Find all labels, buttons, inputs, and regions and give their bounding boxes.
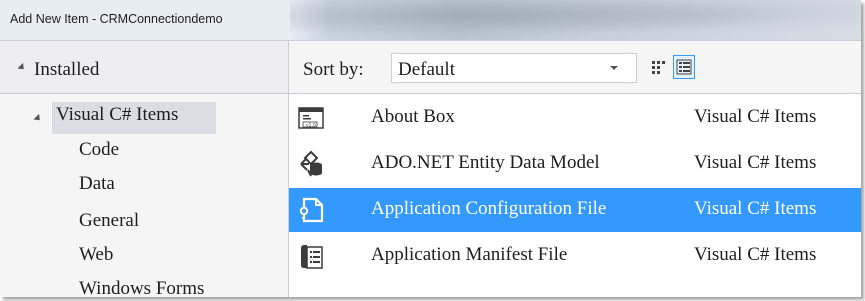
category-pane: Installed Visual C# Items Code Data Gene…: [0, 40, 289, 297]
template-row-application-configuration-file[interactable]: Application Configuration File Visual C#…: [289, 188, 861, 232]
template-row-about-box[interactable]: v1.0 About Box Visual C# Items: [289, 96, 861, 140]
sort-by-dropdown[interactable]: Default: [391, 53, 637, 83]
title-bar[interactable]: Add New Item - CRMConnectiondemo: [0, 0, 861, 40]
tree-item-general[interactable]: General: [79, 210, 139, 232]
template-name: Application Manifest File: [371, 244, 568, 265]
title-bar-background: [290, 0, 861, 40]
sort-by-value: Default: [398, 59, 455, 80]
details-view-button[interactable]: [673, 55, 695, 79]
details-view-icon: [676, 59, 692, 75]
svg-text:v1.0: v1.0: [306, 122, 316, 128]
template-row-ado-net-entity-data-model[interactable]: ADO.NET Entity Data Model Visual C# Item…: [289, 142, 861, 186]
tree-item-code[interactable]: Code: [79, 139, 119, 161]
installed-label: Installed: [34, 59, 100, 80]
template-row-application-manifest-file[interactable]: Application Manifest File Visual C# Item…: [289, 234, 861, 278]
chevron-down-icon: [610, 66, 618, 70]
entity-data-model-icon: [300, 150, 322, 177]
tree-item-windows-forms[interactable]: Windows Forms: [79, 278, 204, 297]
add-new-item-dialog: Add New Item - CRMConnectiondemo Install…: [0, 0, 861, 297]
manifest-file-icon: [301, 245, 323, 269]
tree-item-web[interactable]: Web: [79, 244, 113, 266]
template-type: Visual C# Items: [694, 152, 817, 173]
config-file-icon: [299, 197, 324, 223]
template-type: Visual C# Items: [694, 198, 817, 219]
window-title: Add New Item - CRMConnectiondemo: [10, 12, 223, 26]
sort-toolbar: Sort by: Default: [289, 40, 861, 94]
template-name: Application Configuration File: [371, 198, 607, 219]
template-type: Visual C# Items: [694, 106, 817, 127]
collapse-arrow-icon[interactable]: [33, 113, 43, 124]
sort-by-label: Sort by:: [303, 59, 364, 80]
template-pane: Sort by: Default v1.0 About Box Visual C…: [289, 40, 861, 297]
small-icons-view-button[interactable]: [647, 55, 669, 79]
template-name: ADO.NET Entity Data Model: [371, 152, 600, 173]
tree-item-visual-csharp-items[interactable]: Visual C# Items: [56, 104, 178, 126]
tree-item-data[interactable]: Data: [79, 173, 115, 195]
expand-arrow-icon[interactable]: [17, 62, 27, 73]
small-icons-view-icon: [652, 61, 665, 74]
installed-header[interactable]: Installed: [0, 40, 288, 94]
about-box-icon: v1.0: [298, 107, 324, 129]
template-type: Visual C# Items: [694, 244, 817, 265]
template-name: About Box: [371, 106, 455, 127]
